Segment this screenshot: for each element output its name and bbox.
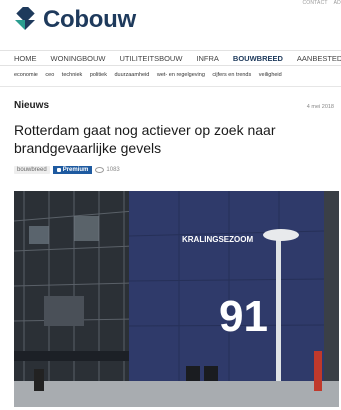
nav-bouwbreed[interactable]: BOUWBREED (233, 54, 283, 63)
eye-icon (95, 167, 105, 173)
tag-bouwbreed[interactable]: bouwbreed (14, 166, 50, 174)
site-logo[interactable]: Cobouw (13, 6, 136, 34)
logo-mark-icon (15, 7, 35, 30)
subnav-cijfers-trends[interactable]: cijfers en trends (212, 72, 251, 78)
subnav-politiek[interactable]: politiek (90, 72, 107, 78)
photo-sign-text: KRALINGSEZOOM (182, 235, 253, 244)
divider (0, 86, 341, 87)
top-links: CONTACT AD (296, 0, 341, 6)
nav-home[interactable]: HOME (14, 54, 37, 63)
section-label: Nieuws (14, 100, 50, 111)
subnav-wet-regelgeving[interactable]: wet- en regelgeving (157, 72, 205, 78)
premium-badge: Premium (52, 166, 93, 174)
subnav-veiligheid[interactable]: veiligheid (259, 72, 282, 78)
photo-building-number: 91 (219, 292, 268, 341)
article-date: 4 mei 2018 (306, 104, 334, 110)
view-count: 1083 (95, 167, 120, 173)
nav-utiliteitsbouw[interactable]: UTILITEITSBOUW (120, 54, 183, 63)
premium-label: Premium (62, 167, 89, 173)
building-photo: KRALINGSEZOOM 91 (14, 191, 339, 407)
nav-woningbouw[interactable]: WONINGBOUW (51, 54, 106, 63)
subnav-duurzaamheid[interactable]: duurzaamheid (114, 72, 149, 78)
article-photo[interactable]: KRALINGSEZOOM 91 (14, 191, 339, 407)
article-meta: bouwbreed Premium 1083 (14, 166, 120, 174)
article-headline: Rotterdam gaat nog actiever op zoek naar… (14, 122, 276, 156)
nav-aanbesteden[interactable]: AANBESTEDEN (297, 54, 341, 63)
sub-nav: economie ceo techniek politiek duurzaamh… (14, 72, 288, 78)
contact-link[interactable]: CONTACT (302, 0, 327, 6)
subnav-techniek[interactable]: techniek (62, 72, 83, 78)
main-nav: HOME WONINGBOUW UTILITEITSBOUW INFRA BOU… (0, 50, 341, 66)
lock-icon (56, 168, 61, 172)
subnav-ceo[interactable]: ceo (45, 72, 54, 78)
ad-link[interactable]: AD (334, 0, 341, 6)
view-count-value: 1083 (106, 167, 120, 173)
nav-infra[interactable]: INFRA (196, 54, 219, 63)
logo-text: Cobouw (43, 6, 136, 33)
subnav-economie[interactable]: economie (14, 72, 38, 78)
